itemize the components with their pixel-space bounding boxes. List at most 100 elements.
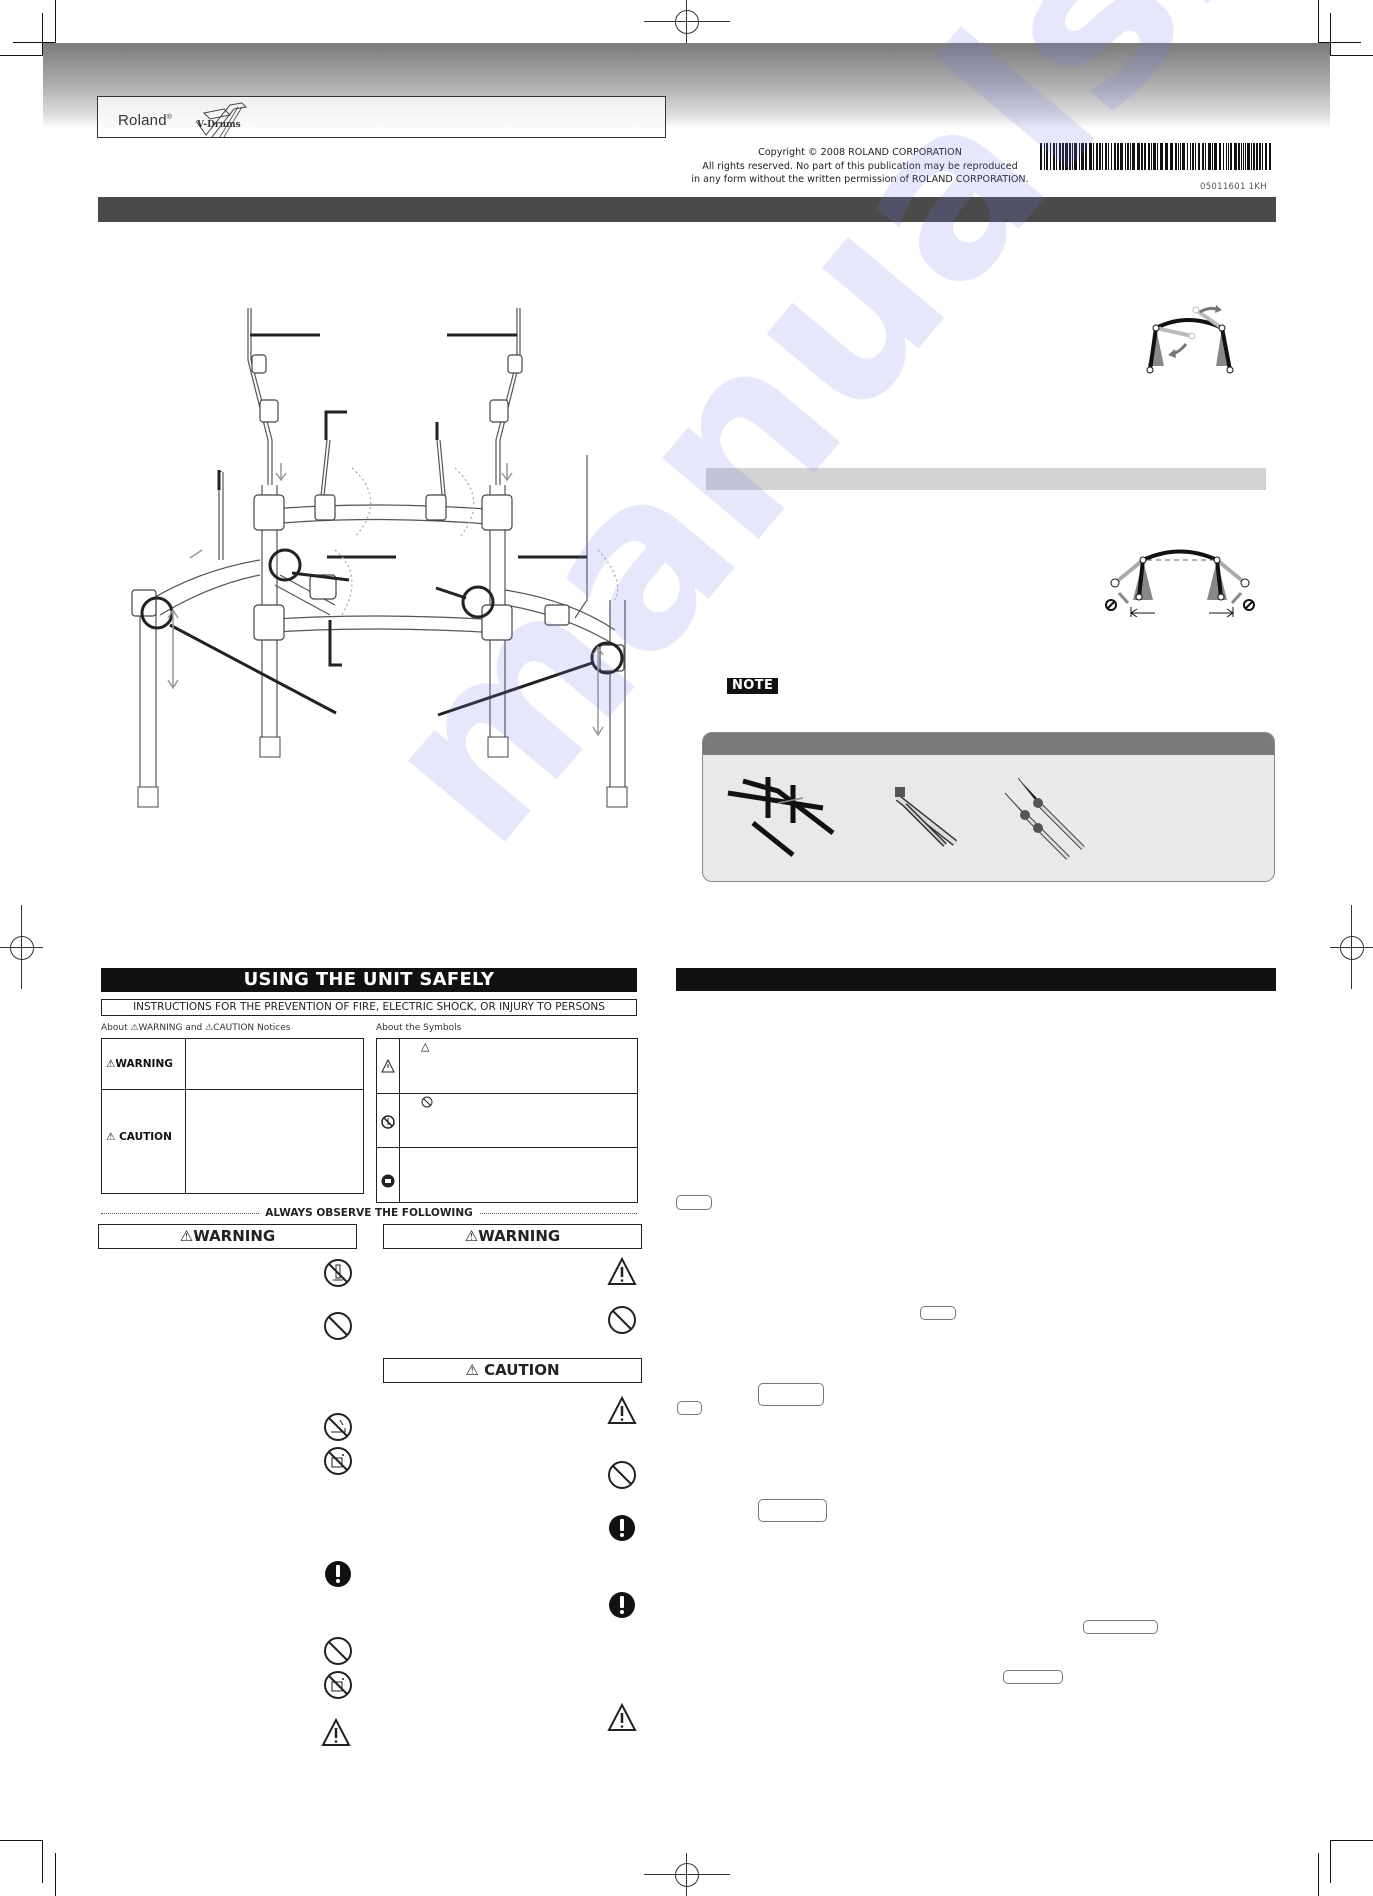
barcode-bar [1208,143,1211,170]
barcode-bar [1111,143,1112,170]
included-parts-box [702,732,1275,882]
barcode-bar [1141,143,1143,170]
registration-mark [10,936,34,960]
mandatory-action-icon [609,1592,635,1618]
barcode-bar [1085,143,1087,170]
barcode-bar [1182,143,1185,170]
barcode-bar [1202,143,1204,170]
barcode-bar [1265,143,1267,170]
copyright-notice: Copyright © 2008 ROLAND CORPORATION All … [690,146,1030,187]
barcode-bar [1228,143,1229,170]
barcode-bar [1050,143,1051,170]
barcode-bar [1198,143,1200,170]
barcode-bar [1046,143,1048,170]
barcode-bar [1243,143,1244,170]
table-divider [102,1089,363,1091]
prohibition-icon [421,1096,433,1108]
barcode-bar [1040,143,1042,170]
barcode-bar [1089,143,1092,170]
barcode-bar [1223,143,1224,170]
barcode-bar [1108,143,1109,170]
barcode-bar [1148,143,1150,170]
vdrums-logo: V-Drums [195,102,248,137]
motion-arrows [167,463,604,737]
barcode-bar [1065,143,1068,170]
barcode-bar [1069,143,1071,170]
barcode-bar [1165,143,1168,170]
barcode-bar [1120,143,1123,170]
crop-mark [55,0,56,43]
notices-table: ⚠WARNING ⚠ CAUTION [101,1038,364,1194]
barcode-bar [1062,143,1064,170]
warning-banner-right: ⚠WARNING [383,1224,642,1249]
copyright-line: Copyright © 2008 ROLAND CORPORATION [758,147,962,158]
key-label-box [920,1306,956,1320]
barcode-bar [1053,143,1055,170]
barcode-bar [1256,143,1258,170]
document-number: 05011601 1KH [1200,182,1267,192]
subsection-bar [706,468,1266,490]
barcode-bar [1105,143,1107,170]
warning-triangle-icon: △ [421,1040,430,1053]
section-title-bar [98,197,1276,222]
crop-mark [55,1853,56,1896]
crop-mark [1330,13,1331,56]
leg-spread-diagram [1105,549,1255,618]
barcode-bar [1259,143,1261,170]
barcode-bar [1192,143,1194,170]
always-observe-divider: ALWAYS OBSERVE THE FOLLOWING [101,1206,637,1220]
copyright-line: in any form without the written permissi… [691,174,1029,185]
barcode-bar [1238,143,1240,170]
warning-triangle-icon [607,1396,637,1424]
key-label-box [676,1195,712,1210]
mandatory-action-icon [609,1515,635,1541]
barcode-bar [1269,143,1271,170]
crop-mark [42,1840,43,1883]
barcode-bar [1251,143,1252,170]
barcode-bar [1114,143,1116,170]
barcode-bar [1096,143,1098,170]
barcode-bar [1059,143,1061,170]
barcode-bar [1151,143,1152,170]
warning-triangle-icon [381,1059,395,1073]
barcode-bar [1214,143,1217,170]
arm-rotation-diagram [1146,305,1234,374]
barcode-bar [1099,143,1101,170]
barcode-bar [1079,143,1080,170]
barcode-bar [1226,143,1227,170]
barcode-bar [1245,143,1246,170]
barcode-bar [1175,143,1177,170]
caution-banner: ⚠ CAUTION [383,1358,642,1383]
cymbal-arm-pair-image [1004,777,1085,860]
crop-mark [1330,55,1373,56]
crop-mark [1318,0,1319,43]
barcode-bar [1234,143,1237,170]
rubber-feet [137,736,628,808]
label-leaders [169,333,593,717]
table-divider [399,1039,401,1202]
barcode-bar [1117,143,1119,170]
registration-mark [675,10,699,34]
safety-title: USING THE UNIT SAFELY [101,968,637,992]
barcode-bar [1170,143,1173,170]
key-label-box [1003,1670,1063,1684]
key-label-box [1083,1620,1158,1634]
barcode-bar [1072,143,1073,170]
crop-mark [1330,1840,1331,1883]
drum-rack-diagram [131,308,628,808]
no-disassemble-icon [381,1115,395,1129]
barcode-bar [1157,143,1158,170]
key-label-box [758,1383,824,1406]
clamps [131,354,625,672]
barcode-bar [1074,143,1077,170]
barcode [1040,143,1271,170]
prohibition-icon [324,1637,352,1665]
brand-mark: ® [166,114,173,121]
crop-mark [0,1840,43,1841]
logo-box [97,96,666,138]
symbols-table: △ [376,1038,638,1203]
barcode-bar [1262,143,1263,170]
brand-name: Roland [118,112,167,129]
barcode-bar [1132,143,1135,170]
barcode-bar [1247,143,1250,170]
